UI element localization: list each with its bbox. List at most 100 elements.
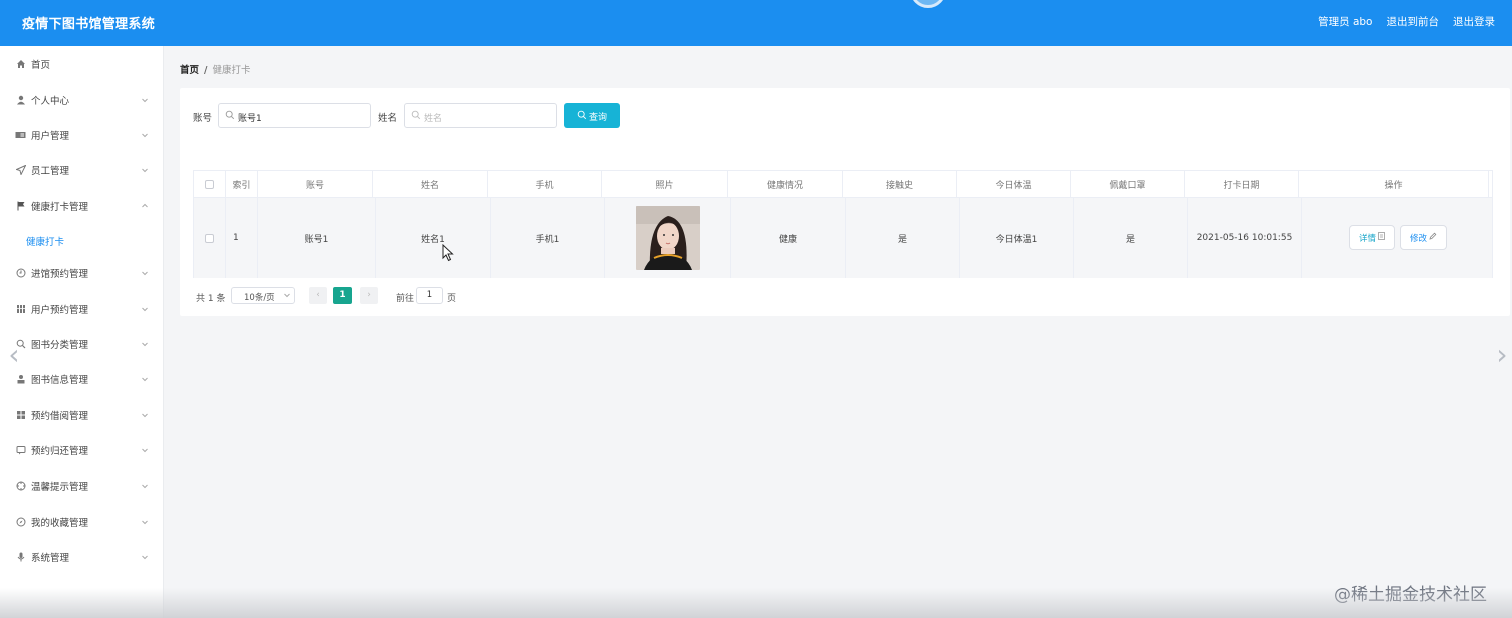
column-header: 今日体温 (957, 171, 1071, 198)
carousel-next-arrow-icon[interactable]: › (1492, 338, 1512, 372)
contact-history-cell: 是 (846, 198, 960, 278)
sidebar-item-personal-center[interactable]: 个人中心 (0, 88, 164, 112)
table-row[interactable]: 1 账号1 姓名1 手机1 健康 是 今日体温1 是 2021-05-16 10… (194, 198, 1492, 278)
select-all-checkbox[interactable] (205, 180, 214, 189)
logout-link[interactable]: 退出登录 (1453, 14, 1495, 29)
sidebar-subitem-health-checkin[interactable]: 健康打卡 (0, 229, 164, 251)
breadcrumb-separator: / (204, 65, 208, 76)
chat-icon (15, 445, 26, 456)
sidebar-item-staff-management[interactable]: 员工管理 (0, 158, 164, 182)
sidebar-item-label: 我的收藏管理 (31, 518, 89, 529)
watermark: @稀土掘金技术社区 (1334, 585, 1487, 605)
name-search-input[interactable]: 姓名 (404, 103, 557, 128)
flag-icon (15, 201, 26, 212)
chevron-down-icon (141, 482, 149, 490)
goto-label: 前往 (396, 294, 415, 304)
chevron-down-icon (141, 166, 149, 174)
goto-page-input[interactable]: 1 (416, 287, 443, 304)
sidebar-item-label: 系统管理 (31, 553, 70, 564)
sidebar-item-book-info[interactable]: 图书信息管理 (0, 367, 164, 391)
chevron-down-icon (141, 340, 149, 348)
sidebar-item-return-reservation[interactable]: 预约归还管理 (0, 438, 164, 462)
sidebar-item-borrow-reservation[interactable]: 预约借阅管理 (0, 403, 164, 427)
breadcrumb: 首页 / 健康打卡 (180, 62, 251, 76)
phone-cell: 手机1 (491, 198, 605, 278)
column-header: 健康情况 (728, 171, 843, 198)
health-cell: 健康 (731, 198, 846, 278)
sidebar-item-user-reservation[interactable]: 用户预约管理 (0, 297, 164, 321)
sidebar-item-label: 用户管理 (31, 131, 70, 142)
column-header: 操作 (1299, 171, 1489, 198)
prev-page-button[interactable]: ‹ (309, 287, 327, 304)
next-page-button[interactable]: › (360, 287, 378, 304)
sidebar-item-label: 员工管理 (31, 166, 70, 177)
chevron-down-icon (141, 131, 149, 139)
table-header: 索引 账号 姓名 手机 照片 健康情况 接触史 今日体温 佩戴口罩 打卡日期 操… (194, 171, 1492, 198)
chevron-down-icon (141, 518, 149, 526)
column-header: 接触史 (843, 171, 957, 198)
search-icon (577, 110, 587, 120)
edit-button[interactable]: 修改 (1400, 225, 1447, 250)
query-button[interactable]: 查询 (564, 103, 620, 128)
search-icon (225, 110, 235, 120)
photo-cell (605, 198, 731, 278)
sidebar-item-label: 预约归还管理 (31, 446, 89, 457)
edit-button-label: 修改 (1409, 233, 1427, 244)
sidebar-item-system-management[interactable]: 系统管理 (0, 545, 164, 569)
page-size-select[interactable]: 10条/页 (231, 287, 295, 304)
mic-icon (15, 552, 26, 563)
apps-icon (15, 410, 26, 421)
top-header: 疫情下图书馆管理系统 管理员 abo 退出到前台 退出登录 (0, 0, 1512, 46)
detail-button-label: 详情 (1358, 233, 1376, 244)
sidebar-item-label: 图书信息管理 (31, 375, 89, 386)
breadcrumb-home[interactable]: 首页 (180, 65, 199, 76)
row-checkbox[interactable] (205, 233, 214, 243)
user-photo (635, 206, 700, 270)
chevron-down-icon (141, 375, 149, 383)
breadcrumb-current: 健康打卡 (212, 65, 251, 76)
app-title: 疫情下图书馆管理系统 (22, 17, 156, 32)
temperature-cell: 今日体温1 (960, 198, 1074, 278)
compass-icon (15, 517, 26, 528)
bottom-fade (0, 588, 1512, 618)
sidebar-item-label: 预约借阅管理 (31, 411, 89, 422)
row-select-cell (194, 198, 226, 278)
sidebar-item-user-management[interactable]: 用户管理 (0, 123, 164, 147)
sidebar-item-label: 用户预约管理 (31, 305, 89, 316)
column-header: 姓名 (373, 171, 488, 198)
column-header: 照片 (602, 171, 728, 198)
chevron-down-icon (283, 291, 291, 301)
account-search-input[interactable]: 账号1 (218, 103, 371, 128)
exit-to-front-link[interactable]: 退出到前台 (1387, 14, 1440, 29)
sidebar-item-label: 温馨提示管理 (31, 482, 89, 493)
chevron-down-icon (141, 553, 149, 561)
sidebar-item-label: 首页 (31, 60, 51, 71)
document-icon (1378, 232, 1385, 243)
carousel-prev-arrow-icon[interactable]: ‹ (4, 338, 24, 372)
sidebar-item-entry-reservation[interactable]: 进馆预约管理 (0, 261, 164, 285)
sidebar-item-favorites-management[interactable]: 我的收藏管理 (0, 510, 164, 534)
edit-icon (1429, 232, 1437, 243)
mouse-cursor-icon (442, 243, 454, 262)
name-search-placeholder: 姓名 (424, 114, 443, 124)
search-icon (411, 110, 421, 120)
total-count: 共 1 条 (196, 294, 226, 304)
user-icon (15, 95, 26, 106)
sidebar-item-health-checkin-management[interactable]: 健康打卡管理 (0, 194, 164, 218)
data-table: 索引 账号 姓名 手机 照片 健康情况 接触史 今日体温 佩戴口罩 打卡日期 操… (193, 170, 1493, 278)
sidebar-item-home[interactable]: 首页 (0, 52, 164, 76)
sidebar-item-tips-management[interactable]: 温馨提示管理 (0, 474, 164, 498)
sidebar-item-book-category[interactable]: 图书分类管理 (0, 332, 164, 356)
header-avatar[interactable] (910, 0, 946, 8)
column-header: 打卡日期 (1185, 171, 1299, 198)
page-number-current[interactable]: 1 (333, 287, 352, 304)
sidebar-item-label: 图书分类管理 (31, 340, 89, 351)
index-cell: 1 (226, 198, 258, 278)
sidebar-subitem-label: 健康打卡 (26, 237, 65, 248)
column-header: 手机 (488, 171, 602, 198)
account-label: 账号 (193, 113, 213, 124)
detail-button[interactable]: 详情 (1349, 225, 1395, 250)
target-icon (15, 481, 26, 492)
send-icon (14, 163, 27, 176)
account-cell: 账号1 (258, 198, 376, 278)
